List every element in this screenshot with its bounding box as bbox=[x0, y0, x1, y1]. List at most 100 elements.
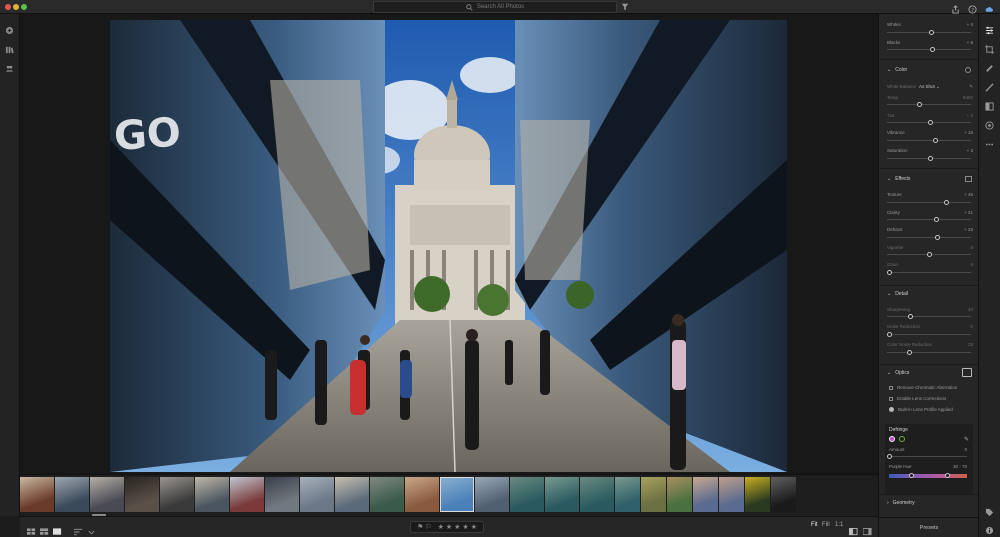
color-noise-value[interactable]: 25 bbox=[968, 342, 973, 347]
healing-brush-icon[interactable] bbox=[985, 60, 994, 72]
tint-slider[interactable] bbox=[887, 120, 971, 125]
square-grid-icon[interactable] bbox=[27, 523, 36, 535]
more-icon[interactable] bbox=[985, 136, 994, 146]
saturation-knob[interactable] bbox=[928, 156, 934, 161]
filmstrip-thumbnail[interactable] bbox=[300, 477, 334, 512]
rating-flag-control[interactable]: ⚑ ⚐ ★ ★ ★ ★ ★ bbox=[410, 521, 484, 533]
zoom-1to1[interactable]: 1:1 bbox=[835, 522, 843, 528]
filmstrip-thumbnail[interactable] bbox=[230, 477, 264, 512]
edit-sliders-icon[interactable] bbox=[985, 22, 994, 35]
purple-hue-value[interactable]: 30 - 70 bbox=[953, 464, 967, 469]
filmstrip-thumbnail[interactable] bbox=[693, 477, 718, 512]
info-panel-icon[interactable] bbox=[862, 523, 872, 536]
crop-icon[interactable] bbox=[985, 41, 994, 54]
texture-knob[interactable] bbox=[943, 200, 949, 205]
search-input[interactable]: Search All Photos bbox=[373, 1, 617, 13]
vignette-slider[interactable] bbox=[887, 252, 971, 257]
vignette-knob[interactable] bbox=[926, 252, 932, 257]
filmstrip-thumbnail[interactable] bbox=[405, 477, 439, 512]
library-icon[interactable] bbox=[5, 41, 14, 54]
purple-eyedropper-icon[interactable] bbox=[889, 436, 895, 442]
filmstrip-thumbnail[interactable] bbox=[195, 477, 229, 512]
blacks-knob[interactable] bbox=[929, 47, 935, 52]
filmstrip-thumbnail[interactable] bbox=[125, 477, 159, 512]
sharpening-knob[interactable] bbox=[908, 314, 914, 319]
sharpening-slider[interactable] bbox=[887, 314, 971, 319]
noise-reduction-value[interactable]: 0 bbox=[970, 324, 973, 329]
people-icon[interactable] bbox=[5, 60, 14, 72]
enable-lens-corrections-check[interactable]: Enable Lens Corrections bbox=[889, 396, 946, 401]
effects-profile-icon[interactable] bbox=[965, 176, 972, 182]
clarity-value[interactable]: + 21 bbox=[964, 210, 973, 215]
dehaze-slider[interactable] bbox=[887, 235, 971, 240]
whites-value[interactable]: + 4 bbox=[967, 22, 973, 27]
color-noise-knob[interactable] bbox=[906, 350, 912, 355]
filmstrip-thumbnail[interactable] bbox=[335, 477, 369, 512]
star-5-icon[interactable]: ★ bbox=[471, 523, 477, 531]
grain-knob[interactable] bbox=[887, 270, 892, 275]
filmstrip-thumbnail[interactable] bbox=[771, 477, 796, 512]
minimize-window-button[interactable] bbox=[13, 4, 19, 10]
filmstrip-thumbnail[interactable] bbox=[265, 477, 299, 512]
vibrance-knob[interactable] bbox=[932, 138, 938, 143]
photo-grid-icon[interactable] bbox=[40, 523, 49, 535]
filmstrip-thumbnail[interactable] bbox=[20, 477, 54, 512]
tag-icon[interactable] bbox=[985, 504, 994, 517]
flag-reject-icon[interactable]: ⚐ bbox=[425, 523, 431, 531]
remove-chromatic-aberration-check[interactable]: Remove Chromatic Aberration bbox=[889, 385, 957, 390]
detail-view-icon[interactable] bbox=[53, 523, 62, 535]
amount-value[interactable]: 0 bbox=[964, 447, 967, 452]
tint-knob[interactable] bbox=[928, 120, 934, 125]
filmstrip-thumbnail[interactable] bbox=[510, 477, 544, 512]
before-after-icon[interactable] bbox=[848, 523, 858, 536]
presets-button[interactable]: Presets bbox=[879, 517, 978, 537]
saturation-value[interactable]: + 3 bbox=[967, 148, 973, 153]
color-mix-icon[interactable] bbox=[965, 67, 971, 73]
zoom-fit[interactable]: Fit bbox=[811, 522, 818, 528]
checkbox[interactable] bbox=[889, 396, 893, 401]
filmstrip-thumbnail[interactable] bbox=[745, 477, 770, 512]
defringe-eyedropper-icon[interactable]: ✎ bbox=[964, 436, 969, 443]
purple-hue-low-knob[interactable] bbox=[909, 473, 914, 478]
chevron-down-icon[interactable] bbox=[87, 523, 96, 535]
star-1-icon[interactable]: ★ bbox=[438, 523, 444, 531]
clarity-slider[interactable] bbox=[887, 217, 971, 222]
sharpening-value[interactable]: 40 bbox=[968, 307, 973, 312]
filmstrip-thumbnail[interactable] bbox=[641, 477, 666, 512]
brush-icon[interactable] bbox=[985, 79, 994, 92]
linear-gradient-icon[interactable] bbox=[985, 98, 994, 111]
texture-slider[interactable] bbox=[887, 200, 971, 205]
purple-hue-range-slider[interactable] bbox=[889, 473, 967, 478]
vibrance-value[interactable]: + 16 bbox=[964, 130, 973, 135]
filmstrip-thumbnail[interactable] bbox=[545, 477, 579, 512]
filter-icon[interactable] bbox=[621, 2, 629, 12]
cloud-sync-icon[interactable] bbox=[985, 1, 994, 12]
filmstrip-thumbnail[interactable] bbox=[160, 477, 194, 512]
grain-value[interactable]: 0 bbox=[970, 262, 973, 267]
clarity-knob[interactable] bbox=[934, 217, 940, 222]
detail-section-header[interactable]: ⌄ Detail bbox=[887, 291, 908, 297]
optics-section-header[interactable]: ⌄ Optics bbox=[887, 370, 909, 376]
grain-slider[interactable] bbox=[887, 270, 971, 275]
noise-reduction-knob[interactable] bbox=[887, 332, 892, 337]
temp-value[interactable]: 5450 bbox=[963, 95, 973, 100]
amount-slider[interactable] bbox=[887, 454, 967, 459]
filmstrip-thumbnail[interactable] bbox=[667, 477, 692, 512]
geometry-section-header[interactable]: › Geometry bbox=[887, 500, 915, 506]
blacks-value[interactable]: + 6 bbox=[967, 40, 973, 45]
whites-knob[interactable] bbox=[928, 30, 934, 35]
saturation-slider[interactable] bbox=[887, 156, 971, 161]
filmstrip-thumbnail[interactable] bbox=[55, 477, 89, 512]
flag-pick-icon[interactable]: ⚑ bbox=[417, 523, 423, 531]
tint-value[interactable]: + 3 bbox=[967, 113, 973, 118]
color-section-header[interactable]: ⌄ Color bbox=[887, 67, 907, 73]
effects-section-header[interactable]: ⌄ Effects bbox=[887, 176, 910, 182]
radial-gradient-icon[interactable] bbox=[985, 117, 994, 130]
amount-knob[interactable] bbox=[887, 454, 892, 459]
texture-value[interactable]: + 46 bbox=[964, 192, 973, 197]
filmstrip-thumbnail[interactable] bbox=[90, 477, 124, 512]
add-photos-icon[interactable] bbox=[5, 22, 14, 35]
dehaze-value[interactable]: + 23 bbox=[964, 227, 973, 232]
whites-slider[interactable] bbox=[887, 30, 971, 35]
info-icon[interactable] bbox=[985, 522, 994, 535]
